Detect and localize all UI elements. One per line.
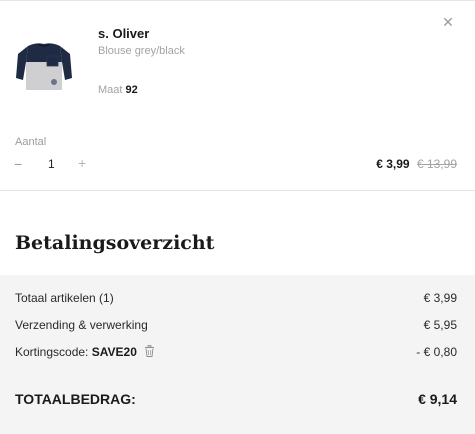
original-price: € 13,99 — [416, 157, 457, 171]
current-price: € 3,99 — [376, 157, 410, 171]
divider — [0, 190, 475, 191]
coupon-label: Kortingscode: — [15, 345, 89, 359]
size-value: 92 — [125, 84, 138, 96]
shipping-value: € 5,95 — [423, 318, 457, 332]
top-border — [0, 0, 475, 1]
summary-title: Betalingsoverzicht — [15, 232, 215, 254]
quantity-label: Aantal — [15, 136, 47, 148]
product-thumbnail[interactable] — [14, 34, 74, 96]
total-label: TOTAALBEDRAG: — [15, 391, 136, 407]
quantity-value: 1 — [48, 157, 55, 171]
quantity-decrease-button[interactable]: − — [14, 156, 22, 172]
coupon-value: - € 0,80 — [416, 345, 457, 359]
items-value: € 3,99 — [423, 291, 457, 305]
product-variant: Blouse grey/black — [98, 45, 185, 57]
coupon-code: SAVE20 — [91, 345, 137, 359]
summary-total: TOTAALBEDRAG: € 9,14 — [15, 391, 457, 407]
product-size: Maat 92 — [98, 84, 138, 96]
trash-icon[interactable] — [144, 345, 155, 357]
items-label: Totaal artikelen (1) — [15, 291, 114, 305]
shipping-label: Verzending & verwerking — [15, 318, 148, 332]
summary-row-coupon: Kortingscode: SAVE20 - € 0,80 — [15, 345, 457, 359]
remove-item-close-icon[interactable]: ✕ — [440, 14, 456, 30]
summary-row-items: Totaal artikelen (1) € 3,99 — [15, 291, 457, 305]
product-brand[interactable]: s. Oliver — [98, 26, 149, 41]
summary-row-shipping: Verzending & verwerking € 5,95 — [15, 318, 457, 332]
size-label: Maat — [98, 84, 123, 96]
coupon: Kortingscode: SAVE20 — [15, 345, 155, 359]
price: € 3,99 € 13,99 — [376, 157, 457, 171]
total-value: € 9,14 — [418, 391, 457, 407]
quantity-increase-button[interactable]: + — [78, 155, 86, 171]
